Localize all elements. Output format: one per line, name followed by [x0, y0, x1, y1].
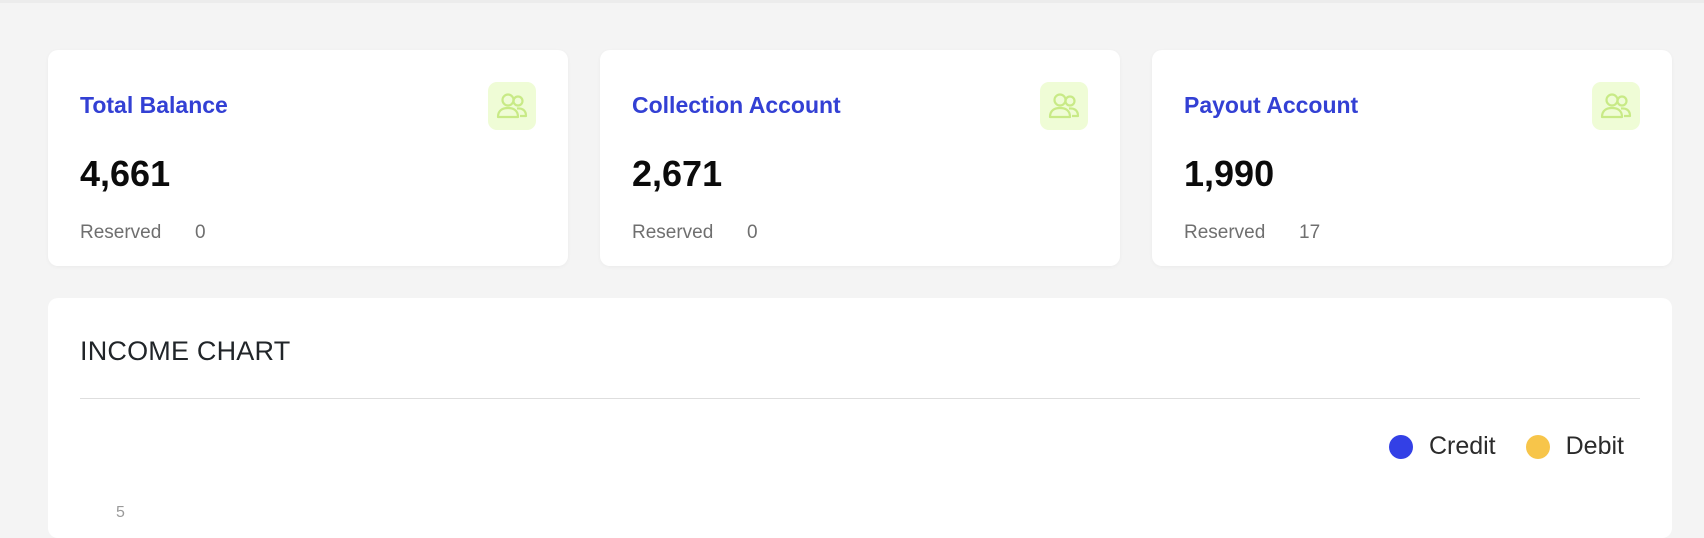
card-value: 4,661 [80, 153, 171, 194]
card-value: 1,990 [1184, 153, 1275, 194]
users-icon [1040, 82, 1088, 130]
reserved-label: Reserved [632, 222, 714, 243]
users-icon [488, 82, 536, 130]
legend-item-debit[interactable]: Debit [1525, 432, 1624, 461]
card-payout-account: Payout Account 1,990 Reserved 17 [1152, 50, 1672, 266]
chart-legend: Credit Debit [1359, 432, 1624, 461]
reserved-label: Reserved [1184, 222, 1266, 243]
top-border [0, 0, 1704, 3]
card-title: Total Balance [80, 92, 228, 118]
divider [80, 398, 1640, 399]
card-title: Payout Account [1184, 92, 1359, 118]
reserved-label: Reserved [80, 222, 162, 243]
card-total-balance: Total Balance 4,661 Reserved 0 [48, 50, 568, 266]
legend-item-credit[interactable]: Credit [1388, 432, 1496, 461]
reserved-value: 0 [195, 222, 206, 243]
legend-label-debit: Debit [1565, 432, 1624, 460]
users-icon [1592, 82, 1640, 130]
reserved-value: 17 [1299, 222, 1321, 243]
panel-title: INCOME CHART [80, 336, 291, 366]
card-collection-account: Collection Account 2,671 Reserved 0 [600, 50, 1120, 266]
summary-cards: Total Balance 4,661 Reserved 0 Collectio… [48, 50, 1672, 266]
y-axis-tick: 5 [116, 504, 125, 521]
card-title: Collection Account [632, 92, 841, 118]
reserved-value: 0 [747, 222, 758, 243]
card-value: 2,671 [632, 153, 723, 194]
income-chart-panel: INCOME CHART Credit Debit 5 [48, 298, 1672, 538]
legend-marker-credit [1388, 434, 1413, 459]
legend-marker-debit [1525, 434, 1550, 459]
legend-label-credit: Credit [1428, 432, 1496, 460]
